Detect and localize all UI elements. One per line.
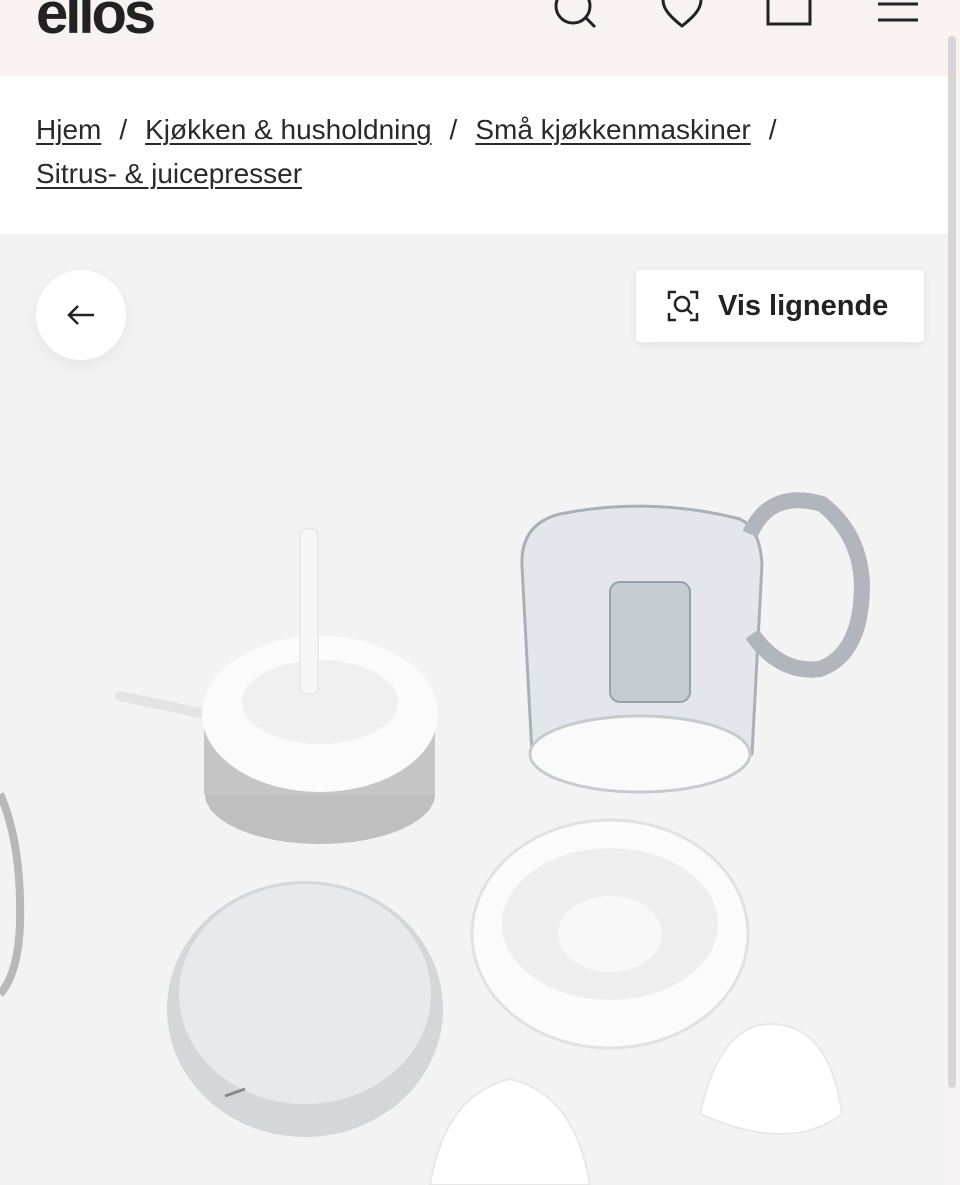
page-scrollbar[interactable] <box>948 36 956 1088</box>
show-similar-label: Vis lignende <box>718 289 889 322</box>
breadcrumb-separator: / <box>768 114 777 145</box>
product-image-gallery[interactable] <box>0 234 948 1185</box>
search-icon[interactable] <box>550 0 598 40</box>
back-button[interactable] <box>36 270 126 360</box>
bag-icon[interactable] <box>764 0 812 40</box>
top-header: ellos <box>0 0 960 76</box>
breadcrumb-separator: / <box>119 114 128 145</box>
product-image <box>0 492 871 1185</box>
brand-logo[interactable]: ellos <box>36 0 156 47</box>
breadcrumb-link-sitrus-juicepresser[interactable]: Sitrus- & juicepresser <box>36 158 302 189</box>
breadcrumb-link-kjokken-husholdning[interactable]: Kjøkken & husholdning <box>145 114 431 145</box>
breadcrumb-separator: / <box>449 114 458 145</box>
arrow-left-icon <box>67 305 94 325</box>
visual-search-icon <box>667 290 699 322</box>
heart-icon[interactable] <box>658 0 706 40</box>
breadcrumb-link-sma-kjokkenmaskiner[interactable]: Små kjøkkenmaskiner <box>475 114 750 145</box>
menu-icon[interactable] <box>874 0 922 40</box>
breadcrumb: Hjem / Kjøkken & husholdning / Små kjøkkenma… <box>0 76 948 234</box>
show-similar-button[interactable]: Vis lignende <box>636 270 924 342</box>
breadcrumb-link-hjem[interactable]: Hjem <box>36 114 101 145</box>
